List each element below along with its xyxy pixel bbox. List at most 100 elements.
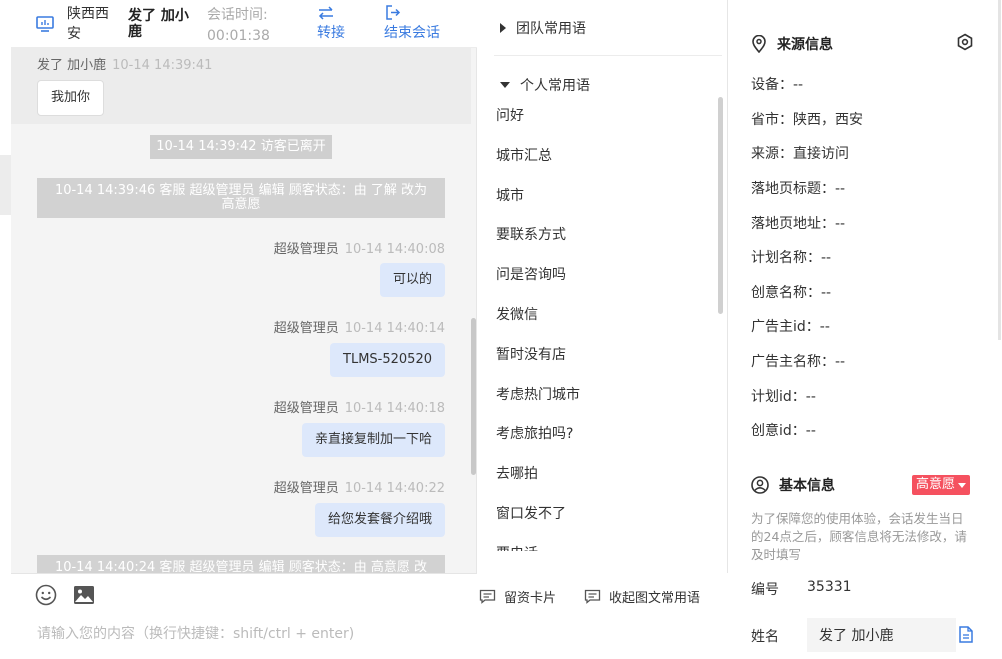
phrase-item[interactable]: 问好 <box>478 96 716 136</box>
phrase-list: 问好 城市汇总 城市 要联系方式 问是咨询吗 发微信 暂时没有店 考虑热门城市 … <box>478 96 716 551</box>
source-info-label: 来源信息 <box>777 37 833 53</box>
agent-message-bubble: 可以的 <box>379 263 445 297</box>
image-icon[interactable] <box>73 585 95 605</box>
id-value: 35331 <box>807 579 852 595</box>
visitor-location: 陕西西安 <box>67 6 109 42</box>
lead-card-button[interactable]: 留资卡片 <box>479 587 556 606</box>
phrase-item[interactable]: 暂时没有店 <box>478 335 716 375</box>
chat-panel: 陕西西安 发了 加小鹿 会话时间: 00:01:38 转接 结束会话 发了 加小… <box>11 0 477 659</box>
visitor-message-time: 10-14 14:39:41 <box>112 58 213 73</box>
agent-message-bubble: TLMS-520520 <box>330 343 445 377</box>
agent-message-meta: 超级管理员 10-14 14:40:08 <box>274 238 445 257</box>
chat-workspace: 陕西西安 发了 加小鹿 会话时间: 00:01:38 转接 结束会话 发了 加小… <box>0 0 1002 659</box>
info-scrollbar[interactable] <box>998 0 1001 340</box>
agent-message-bubble: 亲直接复制加一下哈 <box>301 423 445 457</box>
edit-notice: 为了保障您的使用体验，会话发生当日的24点之后，顾客信息将无法修改，请及时填写 <box>751 511 967 562</box>
status-badge-label: 高意愿 <box>916 477 956 492</box>
location-pin-icon <box>752 35 766 53</box>
source-row-plan-id: 计划id：-- <box>751 389 816 405</box>
collapse-arrow-icon <box>500 82 510 88</box>
card-icon <box>479 589 496 604</box>
phrase-item[interactable]: 窗口发不了 <box>478 494 716 534</box>
phrase-item[interactable]: 城市 <box>478 176 716 216</box>
agent-name: 超级管理员 <box>273 401 339 416</box>
source-row-landing-url: 落地页地址：-- <box>751 216 846 232</box>
collapse-phrases-label: 收起图文常用语 <box>609 591 701 606</box>
copy-icon[interactable] <box>959 626 973 643</box>
source-row-channel: 来源：直接访问 <box>751 146 849 162</box>
system-message-left: 10-14 14:39:42 访客已离开 <box>150 135 332 159</box>
transfer-icon <box>318 6 333 20</box>
visitor-message-name: 发了 加小鹿 <box>37 58 107 73</box>
session-time-value: 00:01:38 <box>207 28 270 44</box>
message-list[interactable]: 发了 加小鹿 10-14 14:39:41 我加你 10-14 14:39:42 … <box>11 48 477 573</box>
phrase-item[interactable]: 去哪拍 <box>478 454 716 494</box>
system-message-status: 10-14 14:39:46 客服 超级管理员 编辑 顾客状态：由 了解 改为 … <box>37 178 445 218</box>
source-info-title: 来源信息 <box>751 34 833 54</box>
visitor-message-bubble: 我加你 <box>37 80 105 116</box>
source-row-device: 设备：-- <box>751 77 804 93</box>
agent-message-bubble: 给您发套餐介绍哦 <box>314 503 445 537</box>
phrase-item[interactable]: 考虑旅拍吗? <box>478 414 716 454</box>
phrases-panel: 团队常用语 个人常用语 问好 城市汇总 城市 要联系方式 问是咨询吗 发微信 暂… <box>478 0 728 573</box>
system-message-status: 10-14 14:40:24 客服 超级管理员 编辑 顾客状态：由 高意愿 改 <box>37 555 445 573</box>
exit-icon <box>386 5 401 20</box>
chat-header: 陕西西安 发了 加小鹿 会话时间: 00:01:38 转接 结束会话 <box>11 0 477 48</box>
visitor-message: 发了 加小鹿 10-14 14:39:41 我加你 <box>11 48 471 124</box>
agent-name: 超级管理员 <box>273 481 339 496</box>
agent-message-meta: 超级管理员 10-14 14:40:14 <box>274 317 445 336</box>
left-edge <box>0 0 11 659</box>
dropdown-caret-icon <box>958 482 967 488</box>
emoji-icon[interactable] <box>35 584 57 606</box>
agent-time: 10-14 14:40:08 <box>344 242 445 257</box>
basic-info-label: 基本信息 <box>779 478 835 494</box>
message-input[interactable] <box>37 622 457 646</box>
agent-name: 超级管理员 <box>273 242 339 257</box>
team-phrases-group[interactable]: 团队常用语 <box>500 18 586 38</box>
source-row-advertiser-id: 广告主id：-- <box>751 319 830 335</box>
end-session-button[interactable]: 结束会话 <box>384 3 440 43</box>
basic-info-title: 基本信息 <box>751 475 835 495</box>
personal-phrases-label: 个人常用语 <box>520 78 590 94</box>
agent-message-meta: 超级管理员 10-14 14:40:22 <box>274 477 445 496</box>
name-label: 姓名 <box>751 629 779 645</box>
source-row-plan-name: 计划名称：-- <box>751 250 832 266</box>
phrase-item[interactable]: 问是咨询吗 <box>478 255 716 295</box>
phrase-item[interactable]: 发微信 <box>478 295 716 335</box>
user-circle-icon <box>751 476 769 494</box>
team-phrases-label: 团队常用语 <box>516 21 586 37</box>
lead-card-label: 留资卡片 <box>504 591 557 606</box>
phrase-item[interactable]: 要联系方式 <box>478 215 716 255</box>
source-row-landing-title: 落地页标题：-- <box>751 181 846 197</box>
end-session-label: 结束会话 <box>384 25 440 41</box>
agent-name: 超级管理员 <box>273 321 339 336</box>
composer <box>11 573 477 659</box>
transfer-label: 转接 <box>317 25 345 41</box>
divider <box>494 55 722 56</box>
agent-message-meta: 超级管理员 10-14 14:40:18 <box>274 397 445 416</box>
visitor-info-panel: 来源信息 设备：-- 省市：陕西，西安 来源：直接访问 落地页标题：-- 落地页… <box>729 0 1002 659</box>
agent-time: 10-14 14:40:14 <box>344 321 445 336</box>
collapse-phrases-button[interactable]: 收起图文常用语 <box>584 587 700 606</box>
personal-phrases-group[interactable]: 个人常用语 <box>500 75 590 95</box>
phrase-item[interactable]: 要电话 <box>478 534 716 551</box>
visitor-name: 发了 加小鹿 <box>128 8 189 40</box>
phrase-item[interactable]: 城市汇总 <box>478 136 716 176</box>
left-edge-mark <box>0 155 11 215</box>
agent-time: 10-14 14:40:22 <box>344 481 445 496</box>
transfer-button[interactable]: 转接 <box>317 3 345 43</box>
source-row-creative-id: 创意id：-- <box>751 423 816 439</box>
source-row-region: 省市：陕西，西安 <box>751 112 863 128</box>
status-badge[interactable]: 高意愿 <box>912 475 971 495</box>
source-row-advertiser-name: 广告主名称：-- <box>751 354 846 370</box>
message-scrollbar[interactable] <box>471 318 476 475</box>
monitor-icon <box>36 16 54 32</box>
expand-arrow-icon <box>500 23 506 33</box>
source-row-creative-name: 创意名称：-- <box>751 285 832 301</box>
phrase-scrollbar[interactable] <box>718 97 723 314</box>
session-time-label: 会话时间: <box>207 7 268 23</box>
settings-icon[interactable] <box>956 33 974 51</box>
visitor-message-meta: 发了 加小鹿 10-14 14:39:41 <box>37 54 212 73</box>
phrase-item[interactable]: 考虑热门城市 <box>478 375 716 415</box>
name-field[interactable] <box>807 618 956 652</box>
